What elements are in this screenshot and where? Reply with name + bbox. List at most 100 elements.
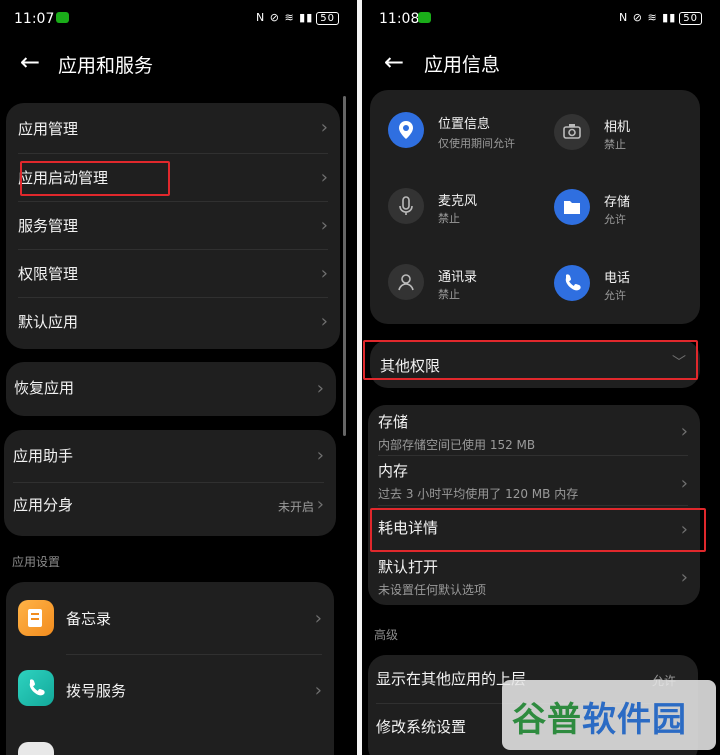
folder-icon xyxy=(554,189,590,225)
contacts-icon xyxy=(388,264,424,300)
status-icons: N ⊘ ≋ ▮▮ 50 xyxy=(619,11,702,25)
page-title: 应用信息 xyxy=(424,54,501,76)
permission-name: 存储 xyxy=(604,195,631,210)
left-screen: 11:07 N ⊘ ≋ ▮▮ 50 ← 应用和服务 应用管理 › 应用启动管理 ›… xyxy=(0,0,357,755)
status-time: 11:07 xyxy=(14,11,55,27)
app-details-card: 存储 内部存储空间已使用 152 MB › 内存 过去 3 小时平均使用了 12… xyxy=(368,405,700,605)
signal-icons: N ⊘ ≋ ▮▮ xyxy=(619,11,677,24)
phone-icon xyxy=(29,679,45,696)
microphone-icon xyxy=(388,188,424,224)
permission-name: 相机 xyxy=(604,120,631,135)
row-label: 修改系统设置 xyxy=(376,718,467,736)
row-default-apps[interactable]: 默认应用 › xyxy=(6,297,340,345)
row-label: 拨号服务 xyxy=(66,682,127,700)
note-icon xyxy=(28,609,42,627)
permission-name: 位置信息 xyxy=(438,117,491,132)
watermark-logo: 谷普软件园 xyxy=(502,680,716,750)
row-subtext: 未设置任何默认选项 xyxy=(378,583,487,597)
highlight-box xyxy=(363,340,698,380)
chevron-right-icon: › xyxy=(316,378,324,399)
chevron-right-icon: › xyxy=(314,608,322,629)
page-header: ← 应用和服务 xyxy=(0,44,357,84)
phone-icon xyxy=(554,265,590,301)
back-arrow-icon[interactable]: ← xyxy=(384,50,404,74)
row-label: 权限管理 xyxy=(18,265,79,283)
app-icon-partial xyxy=(18,742,54,755)
battery-icon: 50 xyxy=(679,12,702,25)
back-arrow-icon[interactable]: ← xyxy=(20,50,40,74)
row-label: 应用管理 xyxy=(18,120,79,138)
row-subtext: 内部存储空间已使用 152 MB xyxy=(378,438,536,452)
permission-status: 仅使用期间允许 xyxy=(438,137,515,150)
row-label: 默认应用 xyxy=(18,313,79,331)
status-icons: N ⊘ ≋ ▮▮ 50 xyxy=(256,11,339,25)
row-open-by-default[interactable]: 默认打开 未设置任何默认选项 › xyxy=(368,551,700,603)
watermark-text: 谷普软件园 xyxy=(512,692,687,741)
chevron-right-icon: › xyxy=(320,263,328,284)
permission-status: 允许 xyxy=(604,289,626,302)
permission-status: 禁止 xyxy=(438,212,460,225)
chevron-right-icon: › xyxy=(680,473,688,494)
row-memory[interactable]: 内存 过去 3 小时平均使用了 120 MB 内存 › xyxy=(368,455,700,505)
permission-status: 禁止 xyxy=(438,288,460,301)
signal-icons: N ⊘ ≋ ▮▮ xyxy=(256,11,314,24)
watermark-part1: 谷普 xyxy=(512,700,582,740)
permission-name: 通讯录 xyxy=(438,270,478,285)
chevron-right-icon: › xyxy=(316,494,324,515)
row-label: 恢复应用 xyxy=(14,379,75,397)
message-icon xyxy=(418,12,431,23)
chevron-right-icon: › xyxy=(680,567,688,588)
row-label: 应用助手 xyxy=(13,447,74,465)
row-label: 应用分身 xyxy=(13,496,74,514)
status-time: 11:08 xyxy=(379,11,420,27)
status-bar: 11:07 N ⊘ ≋ ▮▮ 50 xyxy=(0,0,357,36)
chevron-right-icon: › xyxy=(316,445,324,466)
app-clone-status: 未开启 xyxy=(277,500,314,514)
settings-group-main: 应用管理 › 应用启动管理 › 服务管理 › 权限管理 › 默认应用 › xyxy=(6,103,340,349)
row-app-management[interactable]: 应用管理 › xyxy=(6,103,340,151)
row-app-clone[interactable]: 应用分身 未开启 › xyxy=(4,482,336,534)
chevron-right-icon: › xyxy=(320,167,328,188)
chevron-right-icon: › xyxy=(320,311,328,332)
chevron-right-icon: › xyxy=(680,421,688,442)
location-icon xyxy=(388,112,424,148)
highlight-box xyxy=(20,161,170,196)
chevron-right-icon: › xyxy=(314,680,322,701)
row-label: 默认打开 xyxy=(378,558,439,576)
row-storage[interactable]: 存储 内部存储空间已使用 152 MB › xyxy=(368,405,700,455)
battery-icon: 50 xyxy=(316,12,339,25)
settings-group-assistant: 应用助手 › 应用分身 未开启 › xyxy=(4,430,336,536)
permission-name: 麦克风 xyxy=(438,194,478,209)
status-bar: 11:08 N ⊘ ≋ ▮▮ 50 xyxy=(362,0,720,36)
row-app-assistant[interactable]: 应用助手 › xyxy=(4,430,336,480)
chevron-right-icon: › xyxy=(320,117,328,138)
row-permission-management[interactable]: 权限管理 › xyxy=(6,249,340,297)
settings-group-restore: 恢复应用 › xyxy=(6,362,336,416)
row-label: 备忘录 xyxy=(66,610,112,628)
memo-app-icon xyxy=(18,600,54,636)
list-item-memo[interactable]: 备忘录 › xyxy=(6,582,334,654)
permissions-card: 位置信息 仅使用期间允许 相机 禁止 麦克风 禁止 存储 允许 通讯录 禁止 电… xyxy=(370,90,700,324)
right-screen: 11:08 N ⊘ ≋ ▮▮ 50 ← 应用信息 位置信息 仅使用期间允许 相机 … xyxy=(362,0,720,755)
permission-status: 允许 xyxy=(604,213,626,226)
section-advanced: 高级 xyxy=(374,628,399,642)
page-header: ← 应用信息 xyxy=(362,44,720,84)
row-label: 存储 xyxy=(378,413,409,431)
row-label: 内存 xyxy=(378,462,409,480)
permission-name: 电话 xyxy=(604,271,631,286)
message-icon xyxy=(56,12,69,23)
dialer-app-icon xyxy=(18,670,54,706)
row-service-management[interactable]: 服务管理 › xyxy=(6,201,340,249)
camera-icon xyxy=(554,114,590,150)
page-title: 应用和服务 xyxy=(58,55,154,77)
row-restore-apps[interactable]: 恢复应用 › xyxy=(6,362,336,416)
permission-status: 禁止 xyxy=(604,138,626,151)
scrollbar[interactable] xyxy=(343,96,346,436)
list-item-dialer[interactable]: 拨号服务 › xyxy=(6,654,334,726)
section-app-settings: 应用设置 xyxy=(12,555,61,569)
app-list: 备忘录 › 拨号服务 › xyxy=(6,582,334,755)
highlight-box xyxy=(370,508,706,552)
chevron-right-icon: › xyxy=(320,215,328,236)
watermark-part2: 软件园 xyxy=(582,700,687,740)
row-label: 服务管理 xyxy=(18,217,79,235)
